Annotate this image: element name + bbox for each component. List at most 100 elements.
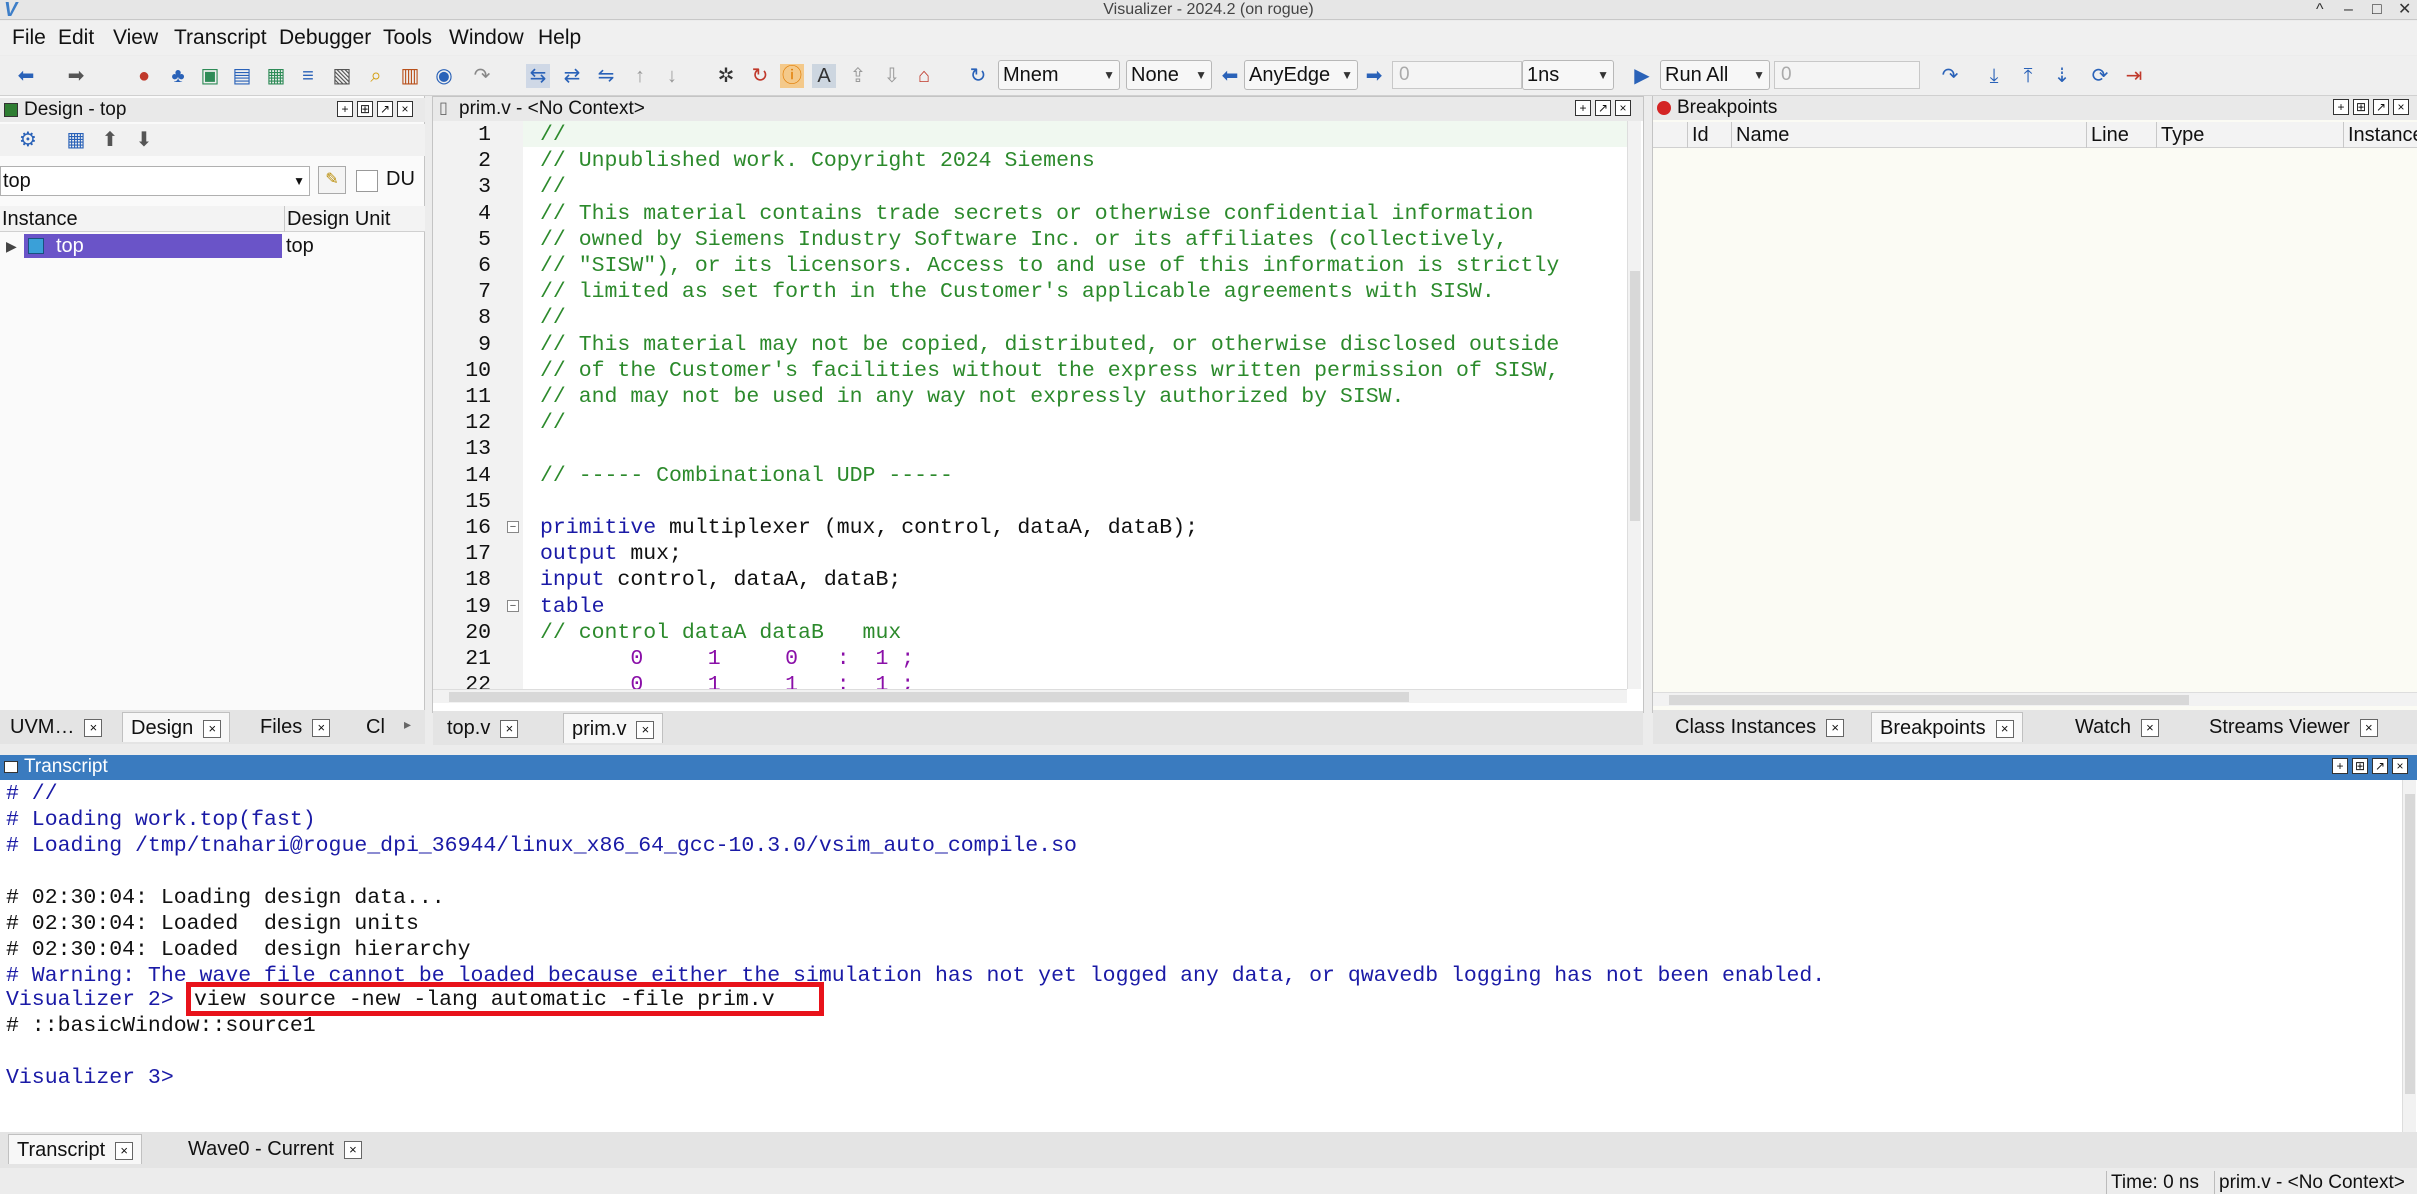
run-count-input[interactable]: 0 (1774, 61, 1920, 89)
panel-close-icon[interactable]: × (397, 101, 413, 117)
tab-uvm[interactable]: UVM… × (2, 712, 110, 742)
run-icon[interactable]: ▶ (1630, 64, 1654, 88)
panel-add-icon[interactable]: + (2332, 758, 2348, 774)
tab-transcript[interactable]: Transcript × (8, 1134, 143, 1164)
menu-tools[interactable]: Tools (383, 26, 432, 50)
prev-edge-icon[interactable]: ⬅ (1218, 64, 1242, 88)
panel-tab-icon[interactable]: ⊞ (357, 101, 373, 117)
exit-icon[interactable]: ⇥ (2122, 64, 2146, 88)
restart-icon[interactable]: ↻ (966, 64, 990, 88)
upload-icon[interactable]: ⇪ (846, 64, 870, 88)
panel-add-icon[interactable]: + (1575, 100, 1591, 116)
memory-icon[interactable]: ▧ (330, 64, 354, 88)
find-icon[interactable]: ⌕ (364, 64, 388, 88)
next-edge-icon[interactable]: ➡ (1362, 64, 1386, 88)
breakpoints-horizontal-scrollbar[interactable] (1653, 692, 2417, 706)
window-maximize-button[interactable]: □ (2372, 0, 2382, 19)
source-horizontal-scrollbar[interactable] (433, 689, 1627, 703)
menu-transcript[interactable]: Transcript (174, 26, 267, 50)
font-icon[interactable]: A (812, 64, 836, 88)
load-trace-icon[interactable]: ⇄ (560, 64, 584, 88)
panel-close-icon[interactable]: × (1615, 100, 1631, 116)
panel-undock-icon[interactable]: ↗ (2372, 758, 2388, 774)
wave-icon[interactable]: ▦ (264, 64, 288, 88)
panel-close-icon[interactable]: × (2392, 758, 2408, 774)
panel-tab-icon[interactable]: ⊞ (2353, 99, 2369, 115)
window-close-button[interactable]: ✕ (2398, 0, 2411, 19)
calendar-icon[interactable]: ▥ (398, 64, 422, 88)
source-vertical-scrollbar[interactable] (1627, 121, 1641, 689)
close-icon[interactable]: × (1995, 719, 2014, 738)
expand-triangle-icon[interactable]: ▶ (6, 233, 17, 259)
list-icon[interactable]: ≡ (296, 64, 320, 88)
run-all-select[interactable]: Run All ▼ (1660, 60, 1770, 90)
x-trace-icon[interactable]: ⇋ (594, 64, 618, 88)
forward-arrow-icon[interactable]: ➡ (64, 64, 88, 88)
close-icon[interactable]: × (2140, 718, 2159, 737)
panel-undock-icon[interactable]: ↗ (1595, 100, 1611, 116)
compile-icon[interactable]: ● (132, 64, 156, 88)
tab-breakpoints[interactable]: Breakpoints × (1871, 712, 2023, 742)
close-icon[interactable]: × (2359, 718, 2378, 737)
du-checkbox[interactable] (356, 170, 378, 192)
scrollbar-thumb[interactable] (1669, 695, 2189, 705)
schematic-icon[interactable]: ▣ (198, 64, 222, 88)
step-icon[interactable]: ↷ (470, 64, 494, 88)
menu-debugger[interactable]: Debugger (279, 26, 371, 50)
column-instance[interactable]: Instance (2343, 122, 2417, 148)
close-icon[interactable]: × (84, 718, 103, 737)
column-instance[interactable]: Instance (2, 206, 78, 232)
home-icon[interactable]: ⌂ (912, 64, 936, 88)
up-arrow-icon[interactable]: ↑ (628, 64, 652, 88)
tab-class-instances[interactable]: Class Instances × (1667, 712, 1852, 742)
transcript-vertical-scrollbar[interactable] (2402, 780, 2416, 1132)
menu-edit[interactable]: Edit (58, 26, 94, 50)
eye-icon[interactable]: ◉ (432, 64, 456, 88)
tab-top-v[interactable]: top.v × (439, 713, 526, 743)
column-type[interactable]: Type (2156, 122, 2204, 148)
time-input[interactable]: 0 (1392, 61, 1522, 89)
tab-prim-v[interactable]: prim.v × (563, 713, 664, 743)
fold-toggle-icon[interactable]: − (507, 599, 519, 612)
panel-close-icon[interactable]: × (2393, 99, 2409, 115)
tab-watch[interactable]: Watch × (2067, 712, 2167, 742)
panel-undock-icon[interactable]: ↗ (377, 101, 393, 117)
move-up-icon[interactable]: ⬆ (98, 128, 122, 152)
gear-icon[interactable]: ⚙ (16, 128, 40, 152)
transcript-prompt-3[interactable]: Visualizer 3> (6, 1066, 174, 1090)
filter-edit-icon[interactable]: ✎ (318, 166, 346, 194)
back-arrow-icon[interactable]: ⬅ (14, 64, 38, 88)
radix-select[interactable]: Mnem ▼ (998, 60, 1120, 90)
columns-icon[interactable]: ▦ (64, 128, 88, 152)
panel-add-icon[interactable]: + (2333, 99, 2349, 115)
panel-undock-icon[interactable]: ↗ (2373, 99, 2389, 115)
reload-icon[interactable]: ↻ (748, 64, 772, 88)
tab-cl[interactable]: Cl (358, 712, 393, 742)
step-into-icon[interactable]: ⤓ (1982, 64, 2006, 88)
window-minimize-button[interactable]: – (2344, 0, 2353, 19)
chip-icon[interactable]: ✲ (714, 64, 738, 88)
scrollbar-thumb[interactable] (1630, 271, 1640, 521)
close-icon[interactable]: × (1826, 718, 1845, 737)
none-select[interactable]: None ▼ (1126, 60, 1212, 90)
scrollbar-thumb[interactable] (2405, 794, 2415, 1094)
window-shade-icon[interactable]: ^ (2316, 0, 2324, 19)
source-code[interactable]: 1 // 2 // Unpublished work. Copyright 2024 … (433, 121, 1627, 689)
move-down-icon[interactable]: ⬇ (132, 128, 156, 152)
close-icon[interactable]: × (312, 718, 331, 737)
step-over-icon[interactable]: ↷ (1938, 64, 1962, 88)
tab-streams-viewer[interactable]: Streams Viewer × (2201, 712, 2386, 742)
menu-window[interactable]: Window (449, 26, 524, 50)
driver-trace-icon[interactable]: ⇆ (526, 64, 550, 88)
close-icon[interactable]: × (636, 720, 655, 739)
column-line[interactable]: Line (2086, 122, 2129, 148)
table-row[interactable]: ▶ top top (0, 233, 425, 259)
hierarchy-icon[interactable]: ♣ (166, 64, 190, 88)
down-arrow-icon[interactable]: ↓ (660, 64, 684, 88)
tab-files[interactable]: Files × (252, 712, 338, 742)
menu-view[interactable]: View (113, 26, 158, 50)
tab-wave0[interactable]: Wave0 - Current × (180, 1134, 370, 1164)
refresh-icon[interactable]: ⟳ (2088, 64, 2112, 88)
fold-toggle-icon[interactable]: − (507, 521, 519, 533)
column-id[interactable]: Id (1687, 122, 1709, 148)
